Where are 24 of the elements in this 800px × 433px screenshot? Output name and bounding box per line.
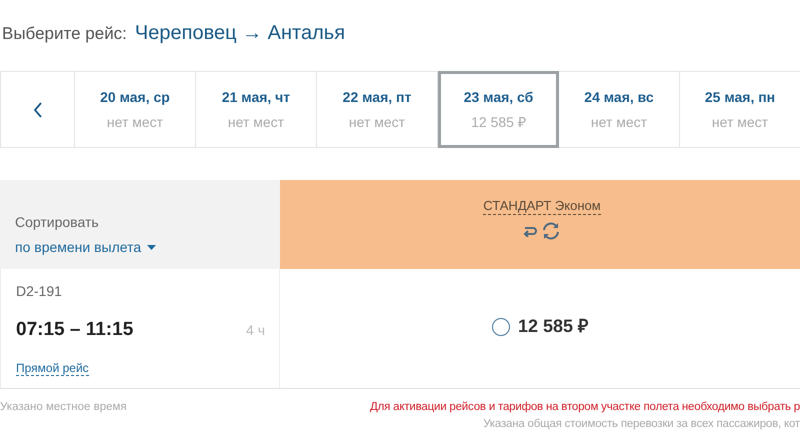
- return-arrow-icon: [523, 225, 537, 237]
- flight-number: D2-191: [16, 282, 63, 301]
- sort-dropdown[interactable]: по времени вылета: [15, 237, 156, 258]
- date-tab[interactable]: 24 мая, вс нет мест: [559, 72, 680, 147]
- local-time-note: Указано местное время: [0, 400, 128, 415]
- fare-radio[interactable]: [492, 318, 510, 336]
- sort-label: Сортировать: [15, 213, 100, 232]
- refresh-icon: [541, 221, 561, 241]
- direct-flight-link[interactable]: Прямой рейс: [16, 360, 89, 376]
- warning-note: Для активации рейсов и тарифов на втором участке полета необходимо выбрать р: [370, 400, 800, 415]
- date-tab[interactable]: 20 мая, ср нет мест: [75, 72, 196, 147]
- flight-times: 07:15 – 11:15: [16, 318, 134, 342]
- fare-option[interactable]: 12 585 ₽: [492, 313, 588, 340]
- flight-duration: 4 ч: [246, 321, 265, 340]
- date-tab[interactable]: 25 мая, пн нет мест: [680, 72, 800, 147]
- date-tab[interactable]: 21 мая, чт нет мест: [196, 72, 317, 147]
- date-tab[interactable]: 23 мая, сб 12 585 ₽: [438, 71, 559, 148]
- caret-down-icon: [147, 245, 156, 250]
- date-tab[interactable]: 22 мая, пт нет мест: [317, 72, 438, 147]
- heading-label: Выберите рейс:: [2, 23, 127, 45]
- chevron-left-icon: [32, 102, 42, 118]
- route-title: Череповец → Анталья: [134, 21, 346, 46]
- total-cost-note: Указана общая стоимость перевозки за всех пассажиров, кот: [483, 417, 800, 432]
- fare-name[interactable]: СТАНДАРТ Эконом: [483, 198, 601, 215]
